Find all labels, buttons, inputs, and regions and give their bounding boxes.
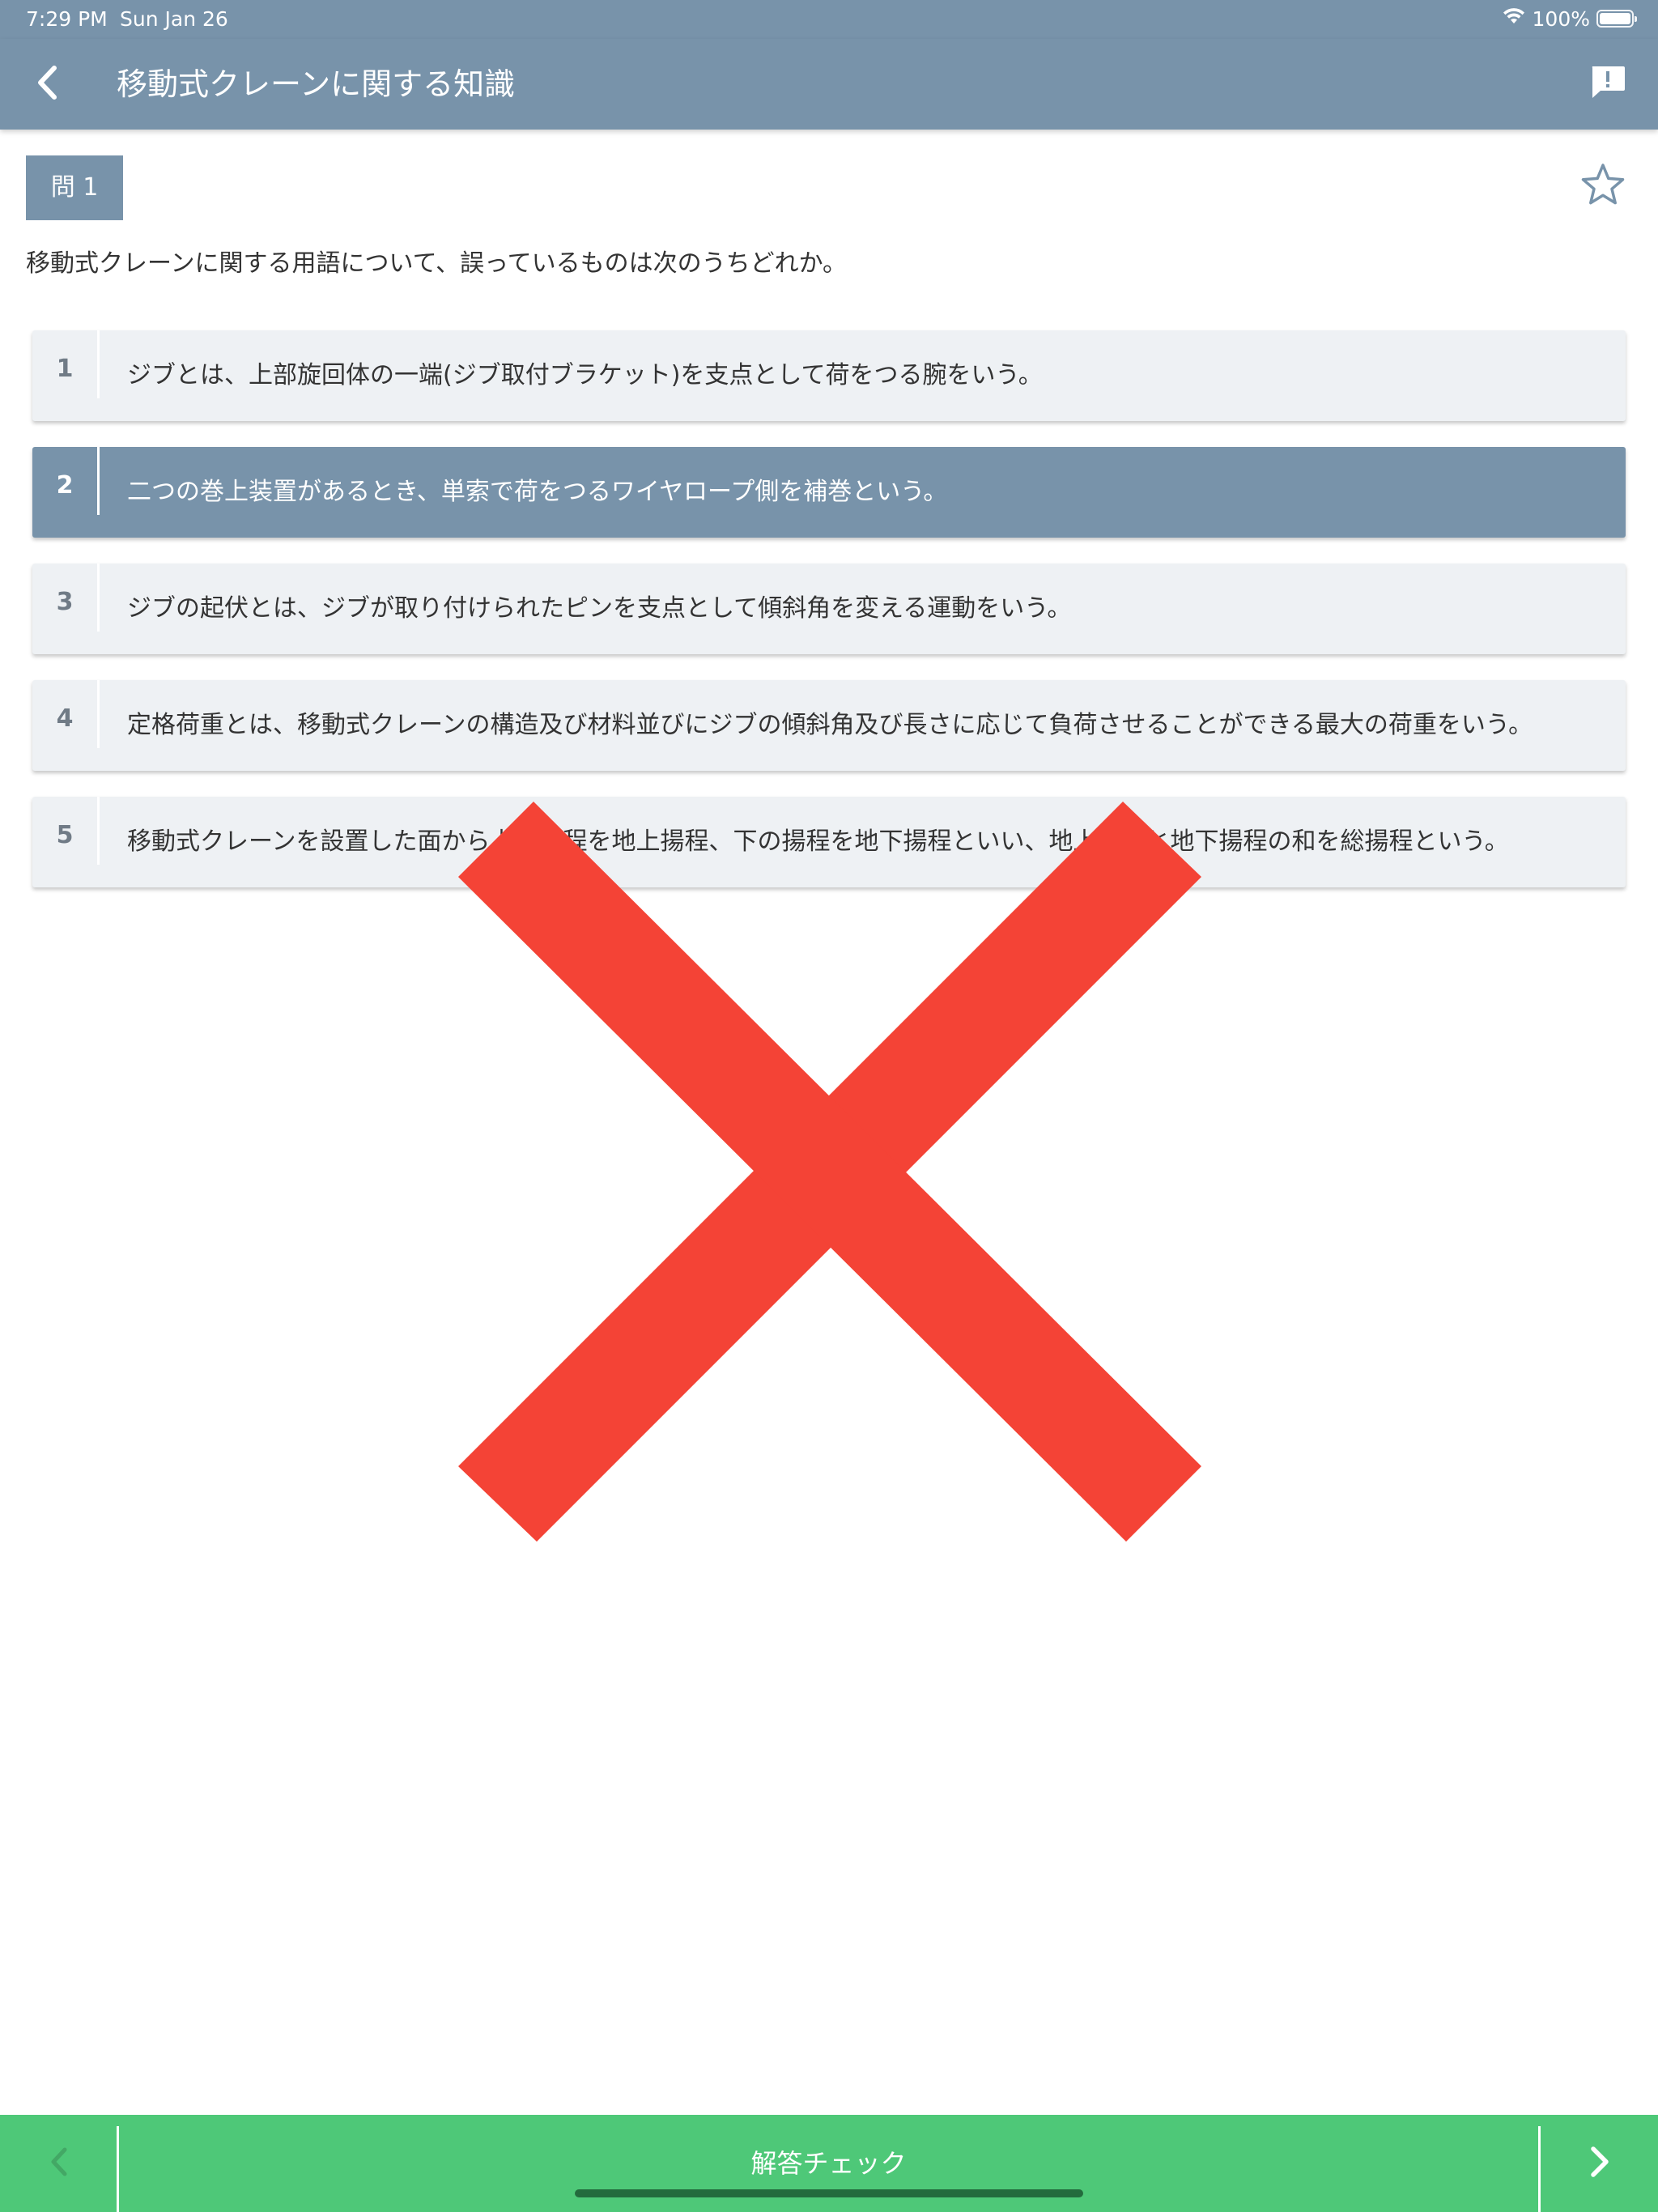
choice-text: 定格荷重とは、移動式クレーンの構造及び材料並びにジブの傾斜角及び長さに応じて負荷… (127, 711, 1533, 739)
home-indicator[interactable] (575, 2189, 1083, 2197)
choice-number: 5 (56, 821, 74, 849)
choice-number: 2 (56, 471, 74, 500)
status-date: Sun Jan 26 (120, 7, 228, 31)
report-icon (1589, 65, 1626, 104)
chevron-right-icon (1589, 2146, 1610, 2181)
choice-number: 3 (56, 588, 74, 616)
status-indicators: 100% (1502, 6, 1637, 31)
check-answer-button[interactable]: 解答チェック (119, 2115, 1538, 2212)
choice-number: 1 (56, 355, 74, 383)
chevron-left-icon (35, 65, 59, 104)
choice-text: ジブとは、上部旋回体の一端(ジブ取付ブラケット)を支点として荷をつる腕をいう。 (127, 361, 1043, 389)
choice-option-4[interactable]: 4 定格荷重とは、移動式クレーンの構造及び材料並びにジブの傾斜角及び長さに応じて… (32, 680, 1626, 771)
choice-text: 移動式クレーンを設置した面から上の揚程を地上揚程、下の揚程を地下揚程といい、地上… (127, 827, 1509, 856)
choice-option-1[interactable]: 1 ジブとは、上部旋回体の一端(ジブ取付ブラケット)を支点として荷をつる腕をいう… (32, 330, 1626, 421)
star-outline-icon (1580, 163, 1626, 210)
choice-text: 二つの巻上装置があるとき、単索で荷をつるワイヤロープ側を補巻という。 (127, 478, 948, 506)
status-bar: 7:29 PM Sun Jan 26 100% (0, 0, 1658, 39)
choice-option-3[interactable]: 3 ジブの起伏とは、ジブが取り付けられたピンを支点として傾斜角を変える運動をいう… (32, 564, 1626, 654)
question-text: 移動式クレーンに関する用語について、誤っているものは次のうちどれか。 (26, 249, 847, 278)
bottom-toolbar: 解答チェック (0, 2115, 1658, 2212)
wifi-icon (1502, 6, 1526, 31)
status-time: 7:29 PM (26, 7, 108, 31)
battery-icon (1596, 10, 1637, 28)
choice-text: ジブの起伏とは、ジブが取り付けられたピンを支点として傾斜角を変える運動をいう。 (127, 594, 1072, 623)
choice-option-5[interactable]: 5 移動式クレーンを設置した面から上の揚程を地上揚程、下の揚程を地下揚程といい、… (32, 797, 1626, 887)
report-button[interactable] (1587, 63, 1629, 105)
choice-list: 1 ジブとは、上部旋回体の一端(ジブ取付ブラケット)を支点として荷をつる腕をいう… (32, 330, 1626, 913)
choice-option-2[interactable]: 2 二つの巻上装置があるとき、単索で荷をつるワイヤロープ側を補巻という。 (32, 447, 1626, 538)
page-title: 移動式クレーンに関する知識 (117, 66, 516, 102)
question-number-badge: 問 1 (26, 155, 123, 220)
chevron-left-icon (49, 2146, 69, 2180)
battery-percentage: 100% (1532, 6, 1590, 31)
next-button[interactable] (1541, 2115, 1658, 2212)
favorite-button[interactable] (1577, 160, 1629, 212)
choice-number: 4 (56, 704, 74, 733)
back-button[interactable] (24, 62, 70, 107)
previous-button[interactable] (0, 2115, 117, 2212)
navigation-bar: 移動式クレーンに関する知識 (0, 39, 1658, 130)
